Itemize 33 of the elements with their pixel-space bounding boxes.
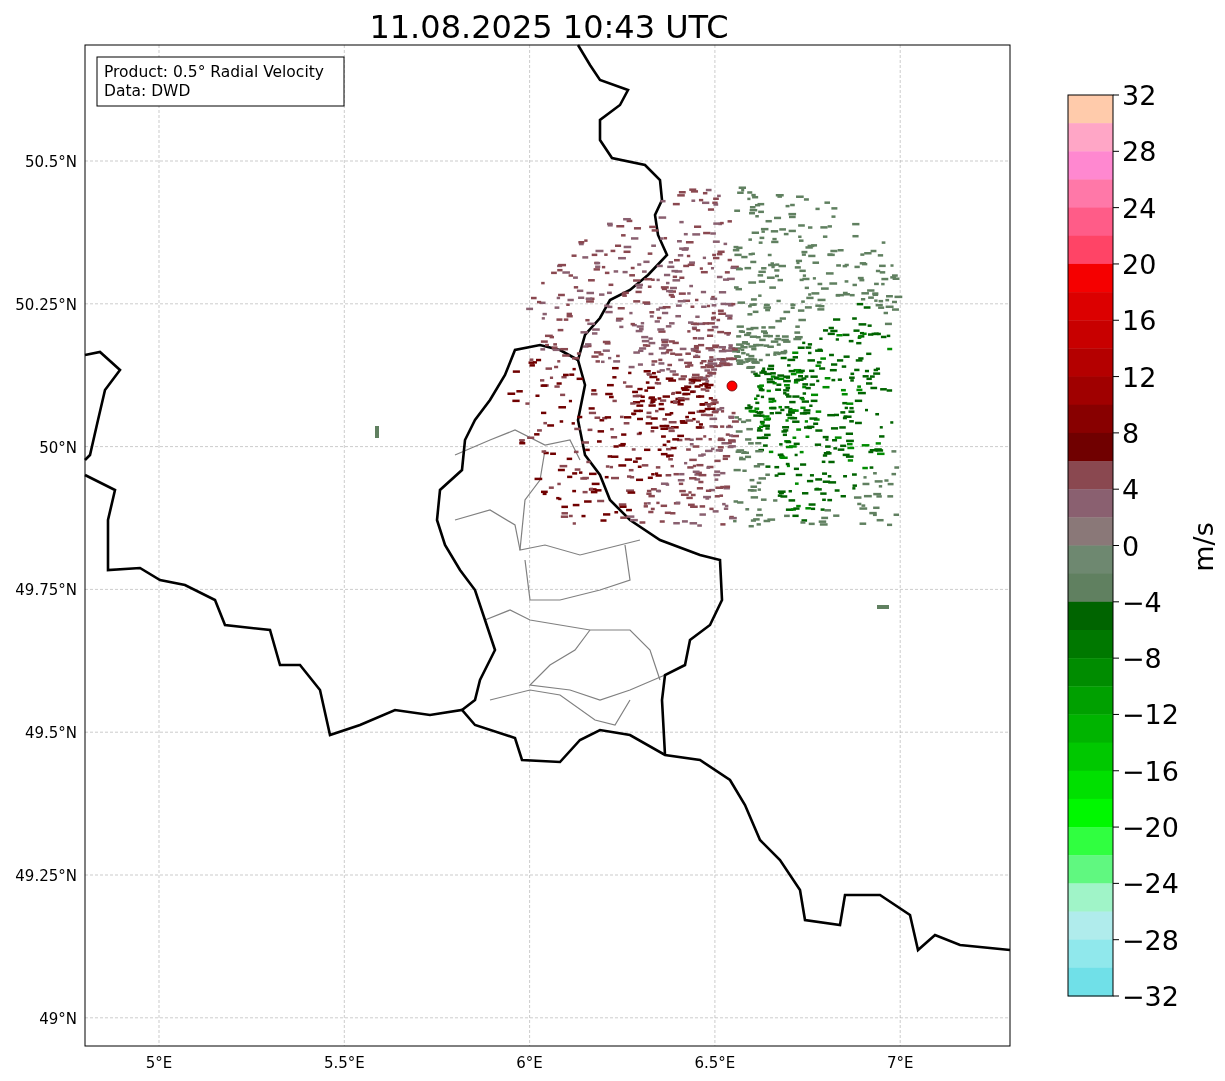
- colorbar-tick-label: 20: [1122, 248, 1157, 280]
- longitude-label: 7°E: [886, 1054, 914, 1072]
- latitude-label: 50.25°N: [15, 295, 77, 314]
- longitude-label: 6.5°E: [694, 1054, 736, 1072]
- latitude-label: 49°N: [39, 1009, 77, 1028]
- latitude-label: 49.5°N: [24, 724, 77, 743]
- info-text: Data: DWD: [104, 82, 191, 100]
- colorbar-tick-label: −28: [1122, 924, 1179, 956]
- colorbar-tick-label: −24: [1122, 868, 1179, 900]
- colorbar-tick-label: 32: [1122, 80, 1157, 111]
- colorbar-unit-label: m/s: [1188, 522, 1219, 572]
- latitude-label: 49.25°N: [15, 867, 77, 885]
- colorbar-tick-label: 24: [1122, 192, 1157, 224]
- latitude-label: 50.5°N: [24, 153, 77, 171]
- longitude-label: 5.5°E: [323, 1054, 365, 1072]
- info-text: Product: 0.5° Radial Velocity: [104, 63, 324, 81]
- colorbar-tick-label: 12: [1122, 361, 1157, 393]
- colorbar-tick-label: 16: [1122, 305, 1157, 337]
- longitude-label: 5°E: [145, 1054, 173, 1072]
- colorbar-tick-label: −4: [1122, 586, 1162, 618]
- colorbar-tick-label: 28: [1122, 136, 1157, 168]
- colorbar-tick-label: −16: [1122, 755, 1179, 787]
- colorbar-tick-label: −32: [1122, 981, 1179, 1012]
- latitude-label: 50°N: [39, 438, 77, 457]
- colorbar-tick-label: 4: [1122, 474, 1140, 506]
- longitude-label: 6°E: [516, 1054, 543, 1072]
- latitude-label: 49.75°N: [15, 581, 77, 600]
- colorbar-tick-label: −20: [1122, 812, 1179, 844]
- colorbar-tick-label: 8: [1122, 417, 1140, 449]
- chart-title: 11.08.2025 10:43 UTC: [369, 8, 729, 46]
- colorbar-tick-label: −12: [1122, 699, 1179, 731]
- colorbar-tick-label: 0: [1122, 530, 1140, 562]
- colorbar-tick-label: −8: [1122, 643, 1162, 675]
